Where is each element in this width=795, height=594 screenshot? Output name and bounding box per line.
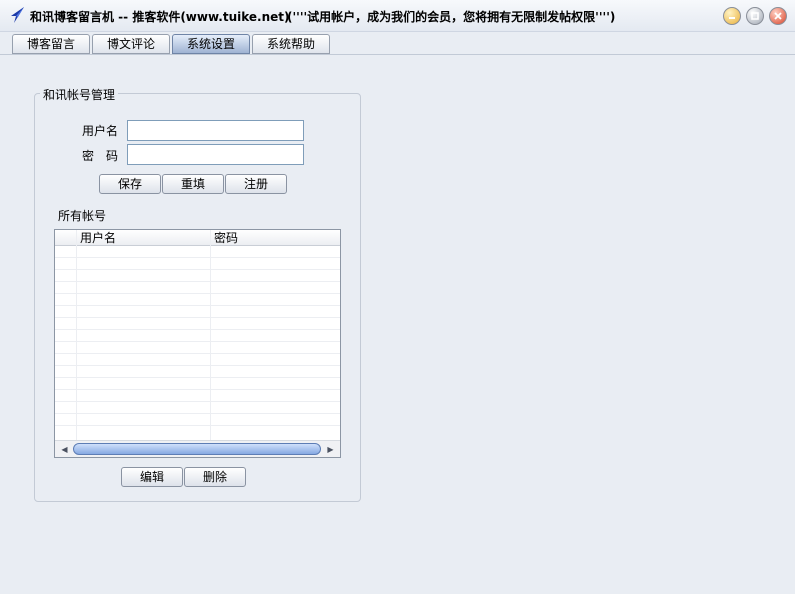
close-button[interactable] [769, 7, 787, 25]
tab-system-settings[interactable]: 系统设置 [172, 34, 250, 54]
table-row [55, 282, 340, 294]
column-header-username[interactable]: 用户名 [80, 231, 116, 245]
table-row [55, 246, 340, 258]
username-input[interactable] [127, 120, 304, 141]
close-icon [774, 12, 782, 20]
account-group-title: 和讯帐号管理 [40, 86, 119, 103]
scroll-right-icon[interactable]: ▶ [323, 442, 338, 456]
table-row [55, 378, 340, 390]
table-row [55, 294, 340, 306]
table-header: 用户名 密码 [55, 230, 340, 246]
table-row [55, 306, 340, 318]
accounts-list-label: 所有帐号 [58, 209, 107, 223]
table-row [55, 390, 340, 402]
scrollbar-thumb[interactable] [73, 443, 321, 455]
title-bar: 和讯博客留言机 -- 推客软件(www.tuike.net) (''''试用帐户… [0, 0, 795, 32]
delete-button[interactable]: 删除 [184, 467, 246, 487]
minimize-button[interactable] [723, 7, 741, 25]
minimize-icon [729, 17, 735, 19]
scroll-left-icon[interactable]: ◀ [57, 442, 72, 456]
maximize-icon [751, 12, 759, 20]
tab-divider [0, 54, 795, 55]
table-row [55, 414, 340, 426]
table-row [55, 318, 340, 330]
tab-system-help[interactable]: 系统帮助 [252, 34, 330, 54]
arrow-app-icon [11, 7, 24, 23]
tab-article-comment[interactable]: 博文评论 [92, 34, 170, 54]
window-title: 和讯博客留言机 -- 推客软件(www.tuike.net) [30, 10, 290, 24]
password-input[interactable] [127, 144, 304, 165]
username-label: 用户名 [82, 124, 119, 138]
table-row [55, 354, 340, 366]
table-row [55, 342, 340, 354]
horizontal-scrollbar[interactable]: ◀ ▶ [55, 440, 340, 457]
edit-button[interactable]: 编辑 [121, 467, 183, 487]
column-header-password[interactable]: 密码 [214, 231, 238, 245]
tab-blog-message[interactable]: 博客留言 [12, 34, 90, 54]
table-row [55, 258, 340, 270]
trial-notice: (''''试用帐户，成为我们的会员，您将拥有无限制发帖权限'''') [287, 10, 616, 24]
register-button[interactable]: 注册 [225, 174, 287, 194]
table-row [55, 402, 340, 414]
accounts-table[interactable]: 用户名 密码 ◀ ▶ [54, 229, 341, 458]
table-body [55, 246, 340, 441]
maximize-button[interactable] [746, 7, 764, 25]
reset-button[interactable]: 重填 [162, 174, 224, 194]
password-label: 密 码 [82, 149, 119, 163]
table-row [55, 270, 340, 282]
table-row [55, 330, 340, 342]
save-button[interactable]: 保存 [99, 174, 161, 194]
table-row [55, 366, 340, 378]
